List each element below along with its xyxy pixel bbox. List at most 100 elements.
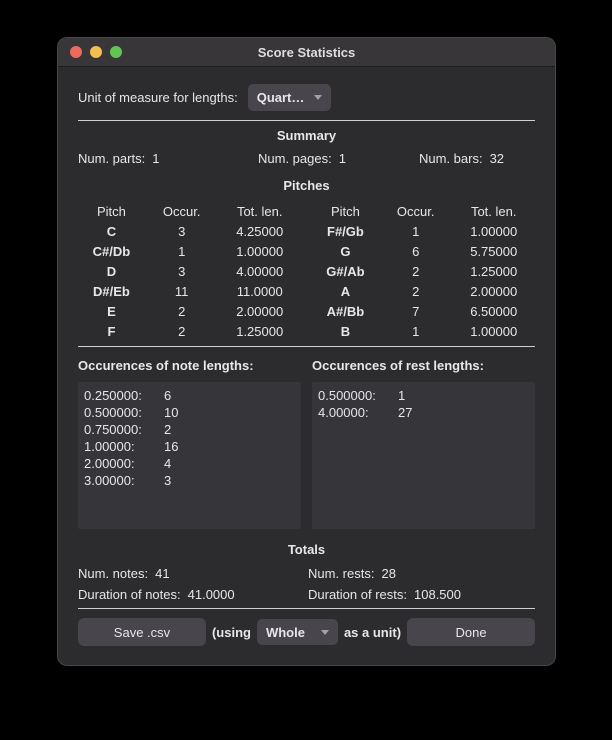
pitch-row: D#/Eb 11 11.0000 — [78, 281, 301, 301]
length-row: 1.00000:16 — [84, 438, 301, 455]
occur-cell: 2 — [145, 304, 219, 319]
pitch-row: F 2 1.25000 — [78, 321, 301, 341]
length-count: 3 — [164, 473, 171, 488]
occur-cell: 7 — [379, 304, 453, 319]
save-csv-button[interactable]: Save .csv — [78, 618, 206, 646]
pitch-column-header: Pitch — [78, 204, 145, 219]
length-row: 0.750000:2 — [84, 421, 301, 438]
pitch-name-cell: C#/Db — [78, 244, 145, 259]
pitch-name-cell: E — [78, 304, 145, 319]
length-count: 1 — [398, 388, 405, 403]
stat-label: Num. bars: — [419, 151, 483, 166]
occur-cell: 11 — [145, 284, 219, 299]
pitch-column-header: Pitch — [312, 204, 379, 219]
length-row: 2.00000:4 — [84, 455, 301, 472]
stat-label: Duration of notes: — [78, 587, 181, 602]
tot-len-cell: 2.00000 — [218, 304, 301, 319]
traffic-lights — [58, 46, 122, 58]
pitch-row: A 2 2.00000 — [312, 281, 535, 301]
tot-len-cell: 2.00000 — [452, 284, 535, 299]
summary-stats: Num. parts: 1 Num. pages:1 Num. bars: 32 — [78, 151, 535, 167]
stat-value: 28 — [381, 566, 395, 581]
stat-num-bars: Num. bars: 32 — [419, 151, 535, 167]
pitch-row: C 3 4.25000 — [78, 221, 301, 241]
tot-len-cell: 6.50000 — [452, 304, 535, 319]
pitch-name-cell: C — [78, 224, 145, 239]
stat-duration-notes: Duration of notes:41.0000 — [78, 584, 308, 605]
pitch-row: G#/Ab 2 1.25000 — [312, 261, 535, 281]
length-row: 3.00000:3 — [84, 472, 301, 489]
pitch-row: F#/Gb 1 1.00000 — [312, 221, 535, 241]
length-count: 2 — [164, 422, 171, 437]
stat-value: 41 — [155, 566, 169, 581]
length-label: 2.00000: — [84, 455, 164, 472]
stat-value: 1 — [339, 151, 346, 166]
using-unit-dropdown[interactable]: Whole — [257, 619, 338, 645]
chevron-down-icon — [314, 95, 322, 100]
length-count: 27 — [398, 405, 412, 420]
length-row: 0.250000:6 — [84, 387, 301, 404]
stat-num-pages: Num. pages:1 — [258, 151, 419, 167]
minimize-button[interactable] — [90, 46, 102, 58]
unit-of-measure-value: Quart… — [257, 90, 305, 105]
separator — [78, 120, 535, 121]
tot-len-column-header: Tot. len. — [452, 204, 535, 219]
done-button[interactable]: Done — [407, 618, 535, 646]
occur-cell: 2 — [145, 324, 219, 339]
pitch-name-cell: F#/Gb — [312, 224, 379, 239]
tot-len-cell: 11.0000 — [218, 284, 301, 299]
pitch-row: C#/Db 1 1.00000 — [78, 241, 301, 261]
unit-of-measure-dropdown[interactable]: Quart… — [248, 84, 332, 111]
pitch-name-cell: B — [312, 324, 379, 339]
pitch-name-cell: A — [312, 284, 379, 299]
length-count: 6 — [164, 388, 171, 403]
occurrence-columns: Occurences of note lengths: 0.250000:6 0… — [78, 358, 535, 529]
using-suffix-text: as a unit) — [344, 625, 401, 640]
pitch-row: G 6 5.75000 — [312, 241, 535, 261]
stat-num-parts: Num. parts: 1 — [78, 151, 258, 167]
length-count: 16 — [164, 439, 178, 454]
tot-len-cell: 1.00000 — [452, 324, 535, 339]
pitch-name-cell: D#/Eb — [78, 284, 145, 299]
tot-len-cell: 1.25000 — [218, 324, 301, 339]
stat-value: 32 — [490, 151, 504, 166]
score-statistics-window: Score Statistics Unit of measure for len… — [57, 37, 556, 666]
length-row: 0.500000:1 — [318, 387, 535, 404]
length-label: 1.00000: — [84, 438, 164, 455]
stat-label: Num. notes: — [78, 566, 148, 581]
summary-heading: Summary — [78, 128, 535, 143]
length-row: 4.00000:27 — [318, 404, 535, 421]
separator — [78, 608, 535, 609]
length-count: 4 — [164, 456, 171, 471]
chevron-down-icon — [321, 630, 329, 635]
tot-len-cell: 4.25000 — [218, 224, 301, 239]
titlebar[interactable]: Score Statistics — [58, 38, 555, 67]
stat-label: Duration of rests: — [308, 587, 407, 602]
zoom-button[interactable] — [110, 46, 122, 58]
unit-of-measure-label: Unit of measure for lengths: — [78, 90, 238, 105]
length-label: 0.750000: — [84, 421, 164, 438]
note-lengths-listbox[interactable]: 0.250000:6 0.500000:10 0.750000:2 1.0000… — [78, 382, 301, 529]
using-unit-value: Whole — [266, 625, 305, 640]
dialog-content: Unit of measure for lengths: Quart… Summ… — [58, 84, 555, 646]
pitch-name-cell: A#/Bb — [312, 304, 379, 319]
pitch-table-header: Pitch Occur. Tot. len. — [78, 201, 301, 221]
rest-lengths-listbox[interactable]: 0.500000:1 4.00000:27 — [312, 382, 535, 529]
occur-cell: 1 — [145, 244, 219, 259]
rest-lengths-column: Occurences of rest lengths: 0.500000:1 4… — [312, 358, 535, 529]
close-button[interactable] — [70, 46, 82, 58]
pitch-table-right: Pitch Occur. Tot. len. F#/Gb 1 1.00000 G… — [312, 201, 535, 341]
length-label: 0.500000: — [84, 404, 164, 421]
stat-label: Num. rests: — [308, 566, 374, 581]
rest-lengths-heading: Occurences of rest lengths: — [312, 358, 535, 374]
separator — [78, 346, 535, 347]
stat-label: Num. parts: — [78, 151, 145, 166]
tot-len-cell: 4.00000 — [218, 264, 301, 279]
stat-duration-rests: Duration of rests: 108.500 — [308, 584, 535, 605]
stat-value: 1 — [152, 151, 159, 166]
length-row: 0.500000:10 — [84, 404, 301, 421]
stat-value: 108.500 — [414, 587, 461, 602]
pitch-name-cell: G#/Ab — [312, 264, 379, 279]
length-label: 3.00000: — [84, 472, 164, 489]
footer-bar: Save .csv (using Whole as a unit) Done — [78, 618, 535, 646]
